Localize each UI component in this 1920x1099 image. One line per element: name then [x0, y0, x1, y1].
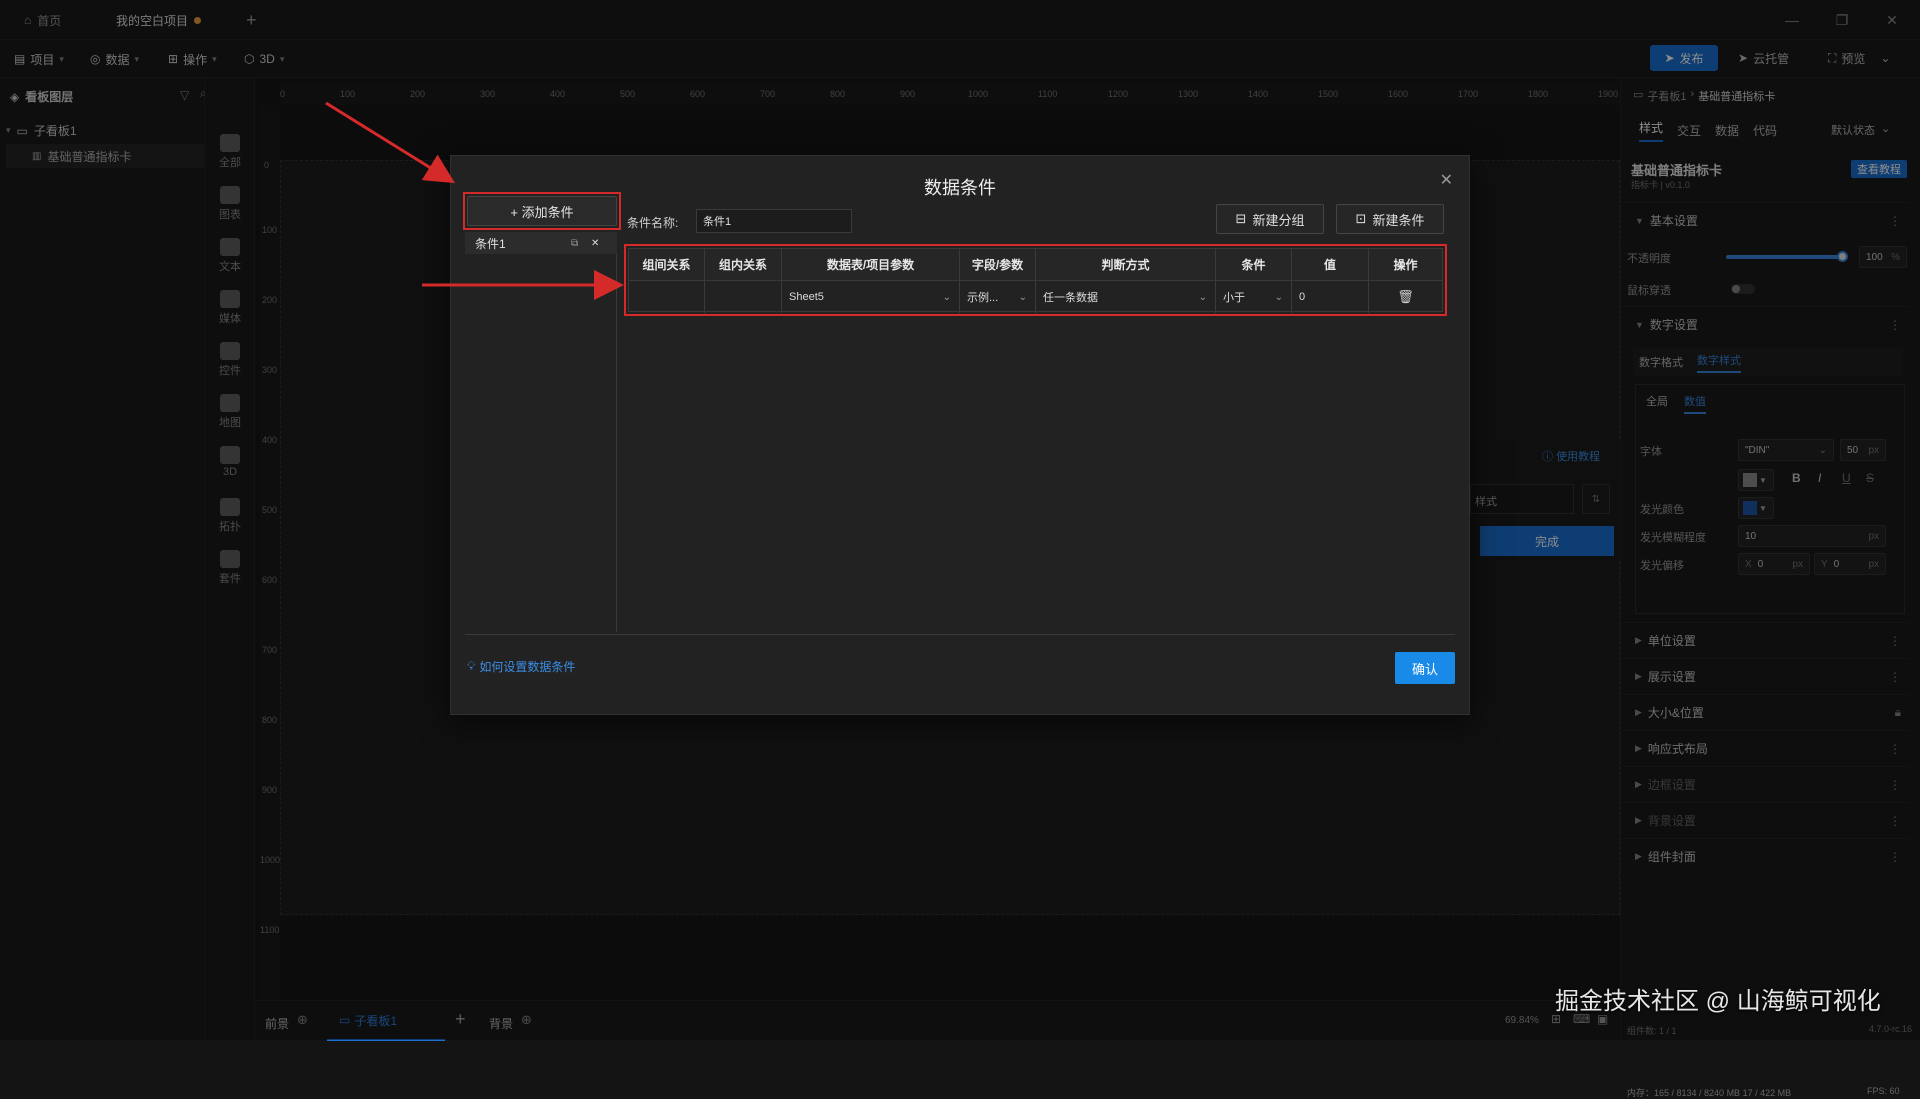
fps-readout: FPS: 60 [1867, 1086, 1900, 1096]
annotation-arrows [325, 101, 624, 300]
memory-readout: 内存：165 / 8134 / 8240 MB 17 / 422 MB [1627, 1088, 1792, 1098]
annotation-arrow [325, 101, 456, 184]
watermark-text: 掘金技术社区 @ 山海鲸可视化 [1555, 988, 1881, 1015]
